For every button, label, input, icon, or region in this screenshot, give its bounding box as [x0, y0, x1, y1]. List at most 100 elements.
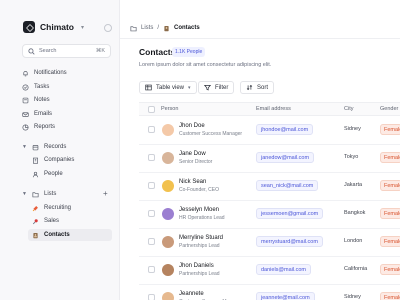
search-input[interactable]: Search ⌘K	[22, 44, 111, 58]
sidebar-item-contacts[interactable]: Contacts	[28, 229, 112, 241]
page-title: Contacts	[139, 47, 176, 57]
email-chip[interactable]: janedow@mail.com	[256, 152, 315, 163]
sort-button[interactable]: Sort	[240, 81, 275, 94]
row-checkbox[interactable]	[148, 266, 155, 273]
row-checkbox[interactable]	[148, 182, 155, 189]
sidebar-item-companies[interactable]: Companies	[32, 154, 74, 166]
chevron-down-icon: ▼	[22, 144, 27, 150]
gender-badge: Female	[380, 292, 400, 300]
column-gender[interactable]: Gender	[380, 106, 398, 112]
sidebar-item-tasks[interactable]: Tasks	[22, 81, 49, 93]
sidebar-group-label: Records	[44, 144, 67, 150]
sidebar-item-label: Emails	[34, 111, 53, 117]
workspace-switcher[interactable]: Chimato ▾	[23, 20, 84, 34]
sidebar-item-reports[interactable]: Reports	[22, 121, 55, 133]
column-city[interactable]: City	[344, 106, 353, 112]
avatar	[162, 236, 174, 248]
records-icon	[32, 144, 39, 150]
search-shortcut: ⌘K	[95, 48, 105, 54]
breadcrumb-current: Contacts	[174, 25, 200, 31]
sidebar-item-label: Notifications	[34, 70, 67, 76]
person-name[interactable]: Jesselyn Moen	[179, 207, 219, 213]
table-row[interactable]: JeanneteCustomer Success Managerjeannete…	[139, 285, 400, 300]
row-checkbox[interactable]	[148, 154, 155, 161]
table-icon	[145, 84, 152, 91]
sidebar-item-recruiting[interactable]: Recruiting	[32, 202, 71, 214]
gender-badge: Female	[380, 180, 400, 191]
search-icon	[28, 47, 35, 55]
email-chip[interactable]: sean_nick@mail.com	[256, 180, 319, 191]
person-name[interactable]: Jhon Daniels	[179, 263, 214, 269]
select-all-checkbox[interactable]	[148, 106, 155, 113]
city-cell: Bangkok	[344, 210, 366, 216]
column-email[interactable]: Email address	[256, 106, 291, 112]
gender-badge: Female	[380, 124, 400, 135]
sidebar-item-label: Contacts	[44, 232, 70, 238]
breadcrumb-lists[interactable]: Lists	[141, 25, 153, 31]
add-list-button[interactable]: +	[103, 189, 108, 198]
email-chip[interactable]: daniels@mail.com	[256, 264, 312, 275]
rocket-icon	[32, 205, 38, 211]
avatar	[162, 292, 174, 300]
search-placeholder: Search	[39, 48, 57, 54]
table-row[interactable]: Jesselyn Moen HR Operations Lead jessemoen…	[139, 201, 400, 229]
table-view-button[interactable]: Table view ▾	[139, 81, 197, 94]
table-header: Person Email address City Gender	[139, 102, 400, 116]
city-cell: Sidney	[344, 294, 361, 300]
row-checkbox[interactable]	[148, 210, 155, 217]
city-cell: London	[344, 238, 363, 244]
person-name[interactable]: Jeannete	[179, 291, 204, 297]
row-checkbox[interactable]	[148, 126, 155, 133]
chevron-down-icon: ▾	[188, 84, 191, 91]
person-role: Partnerships Lead	[179, 271, 220, 277]
sidebar-item-people[interactable]: People	[32, 168, 63, 180]
person-name[interactable]: Merryline Stuard	[179, 235, 223, 241]
person-role: Partnerships Lead	[179, 243, 220, 249]
email-chip[interactable]: jessemoen@gmail.com	[256, 208, 324, 219]
row-checkbox[interactable]	[148, 238, 155, 245]
person-name[interactable]: Jhon Doe	[179, 123, 205, 129]
city-cell: Jakarta	[344, 182, 363, 188]
sidebar: Chimato ▾ Search ⌘K Notifications Tasks …	[0, 0, 120, 300]
table-row[interactable]: Nick Sean Co-Founder, CEO sean_nick@mail.c…	[139, 173, 400, 201]
settings-icon[interactable]	[104, 24, 112, 32]
table-row[interactable]: Jane Dow Senior Director janedow@mail.com T…	[139, 145, 400, 173]
person-name[interactable]: Nick Sean	[179, 179, 206, 185]
avatar	[162, 124, 174, 136]
column-person[interactable]: Person	[161, 106, 178, 112]
email-chip[interactable]: merrystuard@mail.com	[256, 236, 323, 247]
bell-icon	[23, 70, 28, 76]
breadcrumb-separator: /	[157, 25, 160, 31]
sidebar-item-sales[interactable]: Sales	[32, 215, 59, 227]
email-chip[interactable]: jeannete@mail.com	[256, 292, 315, 300]
sidebar-item-notifications[interactable]: Notifications	[22, 67, 67, 79]
person-role: Senior Director	[179, 159, 213, 165]
breadcrumb: Lists / Contacts	[130, 23, 200, 33]
filter-label: Filter	[215, 84, 229, 91]
avatar	[162, 152, 174, 164]
gender-badge: Female	[380, 264, 400, 275]
sidebar-item-label: Companies	[44, 157, 75, 163]
app-logo	[23, 21, 35, 33]
row-checkbox[interactable]	[148, 294, 155, 300]
count-badge: 1.1K People	[172, 47, 206, 57]
sort-icon	[246, 84, 253, 91]
sidebar-item-emails[interactable]: Emails	[22, 108, 52, 120]
sidebar-group-label: Lists	[44, 191, 57, 197]
filter-button[interactable]: Filter	[198, 81, 235, 94]
app-name: Chimato	[40, 22, 74, 32]
email-chip[interactable]: jhondoe@mail.com	[256, 124, 314, 135]
divider	[120, 38, 400, 39]
person-name[interactable]: Jane Dow	[179, 151, 206, 157]
note-icon	[22, 97, 29, 103]
pin-icon	[32, 218, 38, 224]
sidebar-item-notes[interactable]: Notes	[22, 94, 50, 106]
table-row[interactable]: Merryline Stuard Partnerships Lead merryst…	[139, 229, 400, 257]
table-row[interactable]: Jhon Doe Customer Success Manager jhondoe@…	[139, 117, 400, 145]
sidebar-group-records[interactable]: ▼ Records	[22, 141, 66, 153]
person-role: HR Operations Lead	[179, 215, 225, 221]
table-row[interactable]: Jhon Daniels Partnerships Lead daniels@mai…	[139, 257, 400, 285]
chevron-down-icon: ▼	[22, 191, 27, 197]
sidebar-group-lists[interactable]: ▼ Lists	[22, 188, 56, 200]
folder-icon	[32, 191, 39, 197]
